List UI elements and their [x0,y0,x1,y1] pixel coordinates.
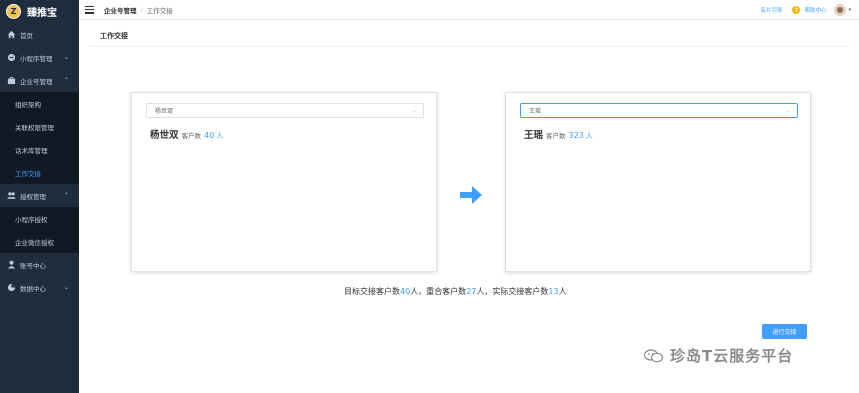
sidebar-item-authorization[interactable]: 授权管理 ⌃ [0,184,79,207]
sidebar-item-label: 账号中心 [20,261,46,270]
submenu-enterprise: 组织架构 关联权限管理 话术库管理 工作交接 [0,92,79,184]
divider [90,46,849,47]
page-title: 工作交接 [100,32,128,40]
sidebar-item-data[interactable]: 数据中心 ⌄ [0,276,79,299]
select-value: 杨世双 [155,108,174,115]
summary-text: 人，重合客户数 [410,287,467,296]
header-actions: 名片引导 ? 帮助中心 ▾ [752,0,851,20]
sidebar-item-label: 小程序管理 [20,54,53,63]
customer-count-label: 客户数 [181,132,202,140]
submit-handover-button[interactable]: 进行交接 [762,324,807,339]
overlap-count: 27 [466,287,477,296]
hamburger-icon[interactable] [85,5,94,14]
breadcrumb-item: 工作交接 [146,6,173,15]
miniprogram-icon [7,53,16,62]
sidebar-item-enterprise[interactable]: 企业号管理 ⌃ [0,69,79,92]
customer-count-label: 客户数 [546,132,566,140]
wechat-icon [644,348,664,362]
sidebar-item-home[interactable]: 首页 [0,23,79,46]
sidebar-item-label: 数据中心 [20,284,46,293]
top-header: 企业号管理 / 工作交接 名片引导 ? 帮助中心 ▾ [79,0,859,20]
chevron-down-icon: ⌄ [63,54,69,61]
chart-icon [7,283,16,292]
sidebar-item-account[interactable]: 账号中心 [0,253,79,276]
source-employee-info: 杨世双 客户数 40 人 [150,127,223,141]
source-employee-select[interactable]: 杨世双 ⌄ [146,103,424,118]
help-center-link[interactable]: 帮助中心 [804,6,826,14]
summary-text: 人 [558,287,567,296]
caret-down-icon[interactable]: ▾ [848,7,851,13]
chevron-down-icon: ⌄ [63,284,69,291]
breadcrumb-item[interactable]: 企业号管理 [104,5,137,15]
sidebar-item-handover[interactable]: 工作交接 [0,161,79,184]
chevron-down-icon: ⌄ [785,107,791,114]
chevron-up-icon: ⌃ [63,192,69,199]
home-icon [7,30,16,39]
watermark: 珍岛T云服务平台 [644,345,793,366]
sidebar-item-miniprogram-auth[interactable]: 小程序授权 [0,207,79,230]
target-employee-select[interactable]: 王瑶 ⌄ [520,103,798,118]
sidebar-item-permissions[interactable]: 关联权限管理 [0,115,79,138]
sidebar-item-scripts[interactable]: 话术库管理 [0,138,79,161]
sidebar-menu: 首页 小程序管理 ⌄ 企业号管理 ⌃ 组织架构 关联权限管理 话术库管理 工作交… [0,23,79,299]
target-employee-info: 王瑶 客户数 323 人 [524,127,593,141]
target-employee-card: 王瑶 ⌄ 王瑶 客户数 323 人 [505,92,811,272]
customer-count-unit: 人 [216,132,224,140]
summary-text: 人，实际交接客户数 [476,287,549,296]
briefcase-icon [7,76,16,85]
sidebar-item-label: 首页 [20,31,33,40]
sidebar-item-wecom-auth[interactable]: 企业微信授权 [0,230,79,253]
brand-name: 臻推宝 [27,8,57,19]
employee-name: 王瑶 [524,130,544,141]
summary-text: 目标交接客户数 [344,287,400,296]
sidebar-item-org[interactable]: 组织架构 [0,92,79,115]
chevron-down-icon: ⌄ [411,107,417,114]
employee-name: 杨世双 [150,130,179,141]
customer-count: 323 [568,131,584,140]
arrow-right-icon [460,186,482,204]
watermark-text: 珍岛T云服务平台 [670,347,794,365]
customer-count-unit: 人 [585,132,593,140]
avatar[interactable] [834,4,847,16]
sidebar-item-label: 企业号管理 [20,77,53,86]
users-icon [7,191,16,200]
brand[interactable]: Z 臻推宝 [0,0,79,23]
customer-count: 40 [204,131,215,140]
breadcrumb: 企业号管理 / 工作交接 [104,5,173,15]
actual-count: 13 [548,287,559,296]
sidebar: Z 臻推宝 首页 小程序管理 ⌄ 企业号管理 ⌃ 组织架构 关联权限管理 话术库… [0,0,79,393]
sidebar-item-miniprogram[interactable]: 小程序管理 ⌄ [0,46,79,69]
handover-summary: 目标交接客户数 40 人，重合客户数 27 人，实际交接客户数 13 人 [344,286,567,297]
submenu-authorization: 小程序授权 企业微信授权 [0,207,79,253]
select-value: 王瑶 [529,108,542,115]
target-count: 40 [400,287,411,296]
logo: Z [6,4,21,19]
chevron-up-icon: ⌃ [63,77,69,84]
sidebar-item-label: 授权管理 [20,192,46,201]
breadcrumb-separator: / [140,5,143,14]
help-icon[interactable]: ? [792,6,801,14]
source-employee-card: 杨世双 ⌄ 杨世双 客户数 40 人 [131,92,437,272]
card-guide-link[interactable]: 名片引导 [760,6,782,14]
user-icon [7,260,16,269]
